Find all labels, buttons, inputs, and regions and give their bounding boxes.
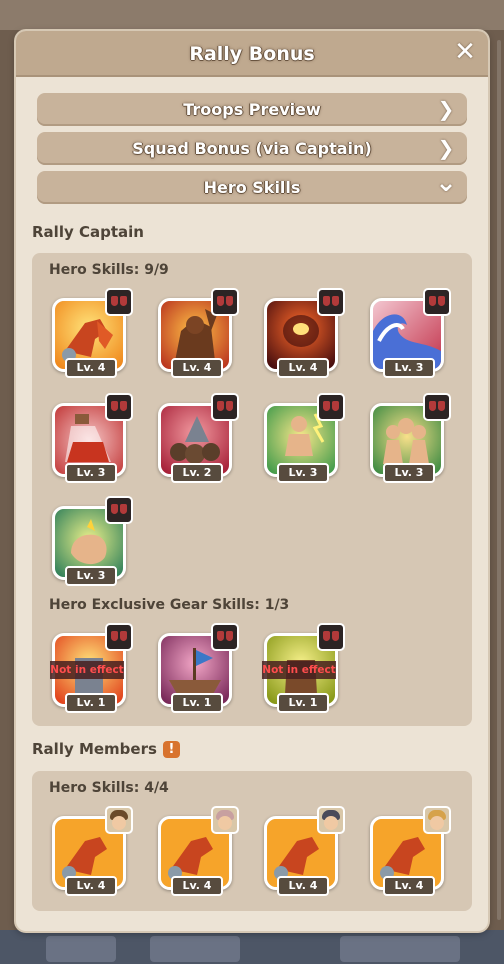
accordion-troops-preview[interactable]: Troops Preview ❯ bbox=[37, 93, 467, 126]
captain-skill-8[interactable]: Lv. 3 bbox=[370, 393, 451, 483]
gear-skill-3[interactable]: Not in effect Lv. 1 bbox=[262, 623, 345, 713]
member-skill-3[interactable]: Lv. 4 bbox=[264, 806, 345, 896]
rally-captain-title: Rally Captain bbox=[32, 223, 144, 241]
gem-icon bbox=[317, 623, 345, 651]
close-icon[interactable]: ✕ bbox=[452, 39, 478, 66]
gem-icon bbox=[105, 623, 133, 651]
skill-level: Lv. 4 bbox=[277, 358, 329, 378]
skill-level: Lv. 4 bbox=[171, 876, 223, 896]
chevron-down-icon: ⌄ bbox=[435, 168, 457, 198]
rally-bonus-modal: Rally Bonus ✕ Troops Preview ❯ Squad Bon… bbox=[16, 31, 488, 931]
rally-members-title: Rally Members! bbox=[32, 740, 180, 758]
members-hero-skills-title: Hero Skills: 4/4 bbox=[49, 780, 169, 796]
accordion-squad-bonus[interactable]: Squad Bonus (via Captain) ❯ bbox=[37, 132, 467, 165]
warning-icon[interactable]: ! bbox=[162, 741, 180, 758]
modal-header: Rally Bonus ✕ bbox=[16, 31, 488, 77]
skill-level: Lv. 3 bbox=[383, 463, 435, 483]
rally-members-label: Rally Members bbox=[32, 740, 157, 758]
scrollbar[interactable] bbox=[497, 40, 501, 920]
gem-icon bbox=[317, 288, 345, 316]
accordion-label: Troops Preview bbox=[183, 100, 321, 119]
gem-icon bbox=[423, 288, 451, 316]
accordion-label: Squad Bonus (via Captain) bbox=[132, 139, 372, 158]
gear-skill-2[interactable]: Lv. 1 bbox=[158, 623, 239, 713]
captain-skill-4[interactable]: Lv. 3 bbox=[370, 288, 451, 378]
skill-level: Lv. 2 bbox=[171, 463, 223, 483]
member-skill-4[interactable]: Lv. 4 bbox=[370, 806, 451, 896]
accordion-hero-skills[interactable]: Hero Skills ⌄ bbox=[37, 168, 467, 204]
background-top bbox=[0, 0, 504, 30]
captain-skill-6[interactable]: Lv. 2 bbox=[158, 393, 239, 483]
accordion-label: Hero Skills bbox=[203, 178, 301, 197]
chevron-right-icon: ❯ bbox=[437, 136, 455, 160]
captain-skill-7[interactable]: Lv. 3 bbox=[264, 393, 345, 483]
skill-level: Lv. 4 bbox=[65, 358, 117, 378]
member-avatar-icon bbox=[317, 806, 345, 834]
skill-level: Lv. 1 bbox=[171, 693, 223, 713]
captain-hero-skills-title: Hero Skills: 9/9 bbox=[49, 262, 169, 278]
not-in-effect-label: Not in effect bbox=[262, 661, 336, 679]
skill-level: Lv. 4 bbox=[171, 358, 223, 378]
not-in-effect-label: Not in effect bbox=[50, 661, 124, 679]
captain-skill-5[interactable]: Lv. 3 bbox=[52, 393, 133, 483]
gem-icon bbox=[317, 393, 345, 421]
member-avatar-icon bbox=[211, 806, 239, 834]
captain-skill-9[interactable]: Lv. 3 bbox=[52, 496, 133, 586]
member-avatar-icon bbox=[423, 806, 451, 834]
skill-level: Lv. 4 bbox=[383, 876, 435, 896]
captain-skill-2[interactable]: Lv. 4 bbox=[158, 288, 239, 378]
skill-level: Lv. 4 bbox=[65, 876, 117, 896]
gem-icon bbox=[211, 623, 239, 651]
gear-skill-1[interactable]: Not in effect Lv. 1 bbox=[50, 623, 133, 713]
gem-icon bbox=[105, 288, 133, 316]
gem-icon bbox=[211, 393, 239, 421]
skill-level: Lv. 3 bbox=[65, 463, 117, 483]
gem-icon bbox=[211, 288, 239, 316]
skill-level: Lv. 3 bbox=[65, 566, 117, 586]
member-skill-1[interactable]: Lv. 4 bbox=[52, 806, 133, 896]
gear-skills-title: Hero Exclusive Gear Skills: 1/3 bbox=[49, 597, 290, 613]
skill-level: Lv. 1 bbox=[277, 693, 329, 713]
chevron-right-icon: ❯ bbox=[437, 97, 455, 121]
gem-icon bbox=[423, 393, 451, 421]
gem-icon bbox=[105, 393, 133, 421]
modal-title: Rally Bonus bbox=[189, 43, 315, 65]
rally-members-panel: Hero Skills: 4/4 Lv. 4 Lv. 4 Lv. 4 Lv. 4 bbox=[32, 771, 472, 911]
skill-level: Lv. 3 bbox=[277, 463, 329, 483]
captain-skill-3[interactable]: Lv. 4 bbox=[264, 288, 345, 378]
background-bottom bbox=[0, 930, 504, 964]
skill-level: Lv. 4 bbox=[277, 876, 329, 896]
captain-skill-1[interactable]: Lv. 4 bbox=[52, 288, 133, 378]
skill-level: Lv. 3 bbox=[383, 358, 435, 378]
skill-level: Lv. 1 bbox=[65, 693, 117, 713]
gem-icon bbox=[105, 496, 133, 524]
member-skill-2[interactable]: Lv. 4 bbox=[158, 806, 239, 896]
member-avatar-icon bbox=[105, 806, 133, 834]
rally-captain-panel: Hero Skills: 9/9 Lv. 4 Lv. 4 Lv. 4 Lv. 3… bbox=[32, 253, 472, 726]
